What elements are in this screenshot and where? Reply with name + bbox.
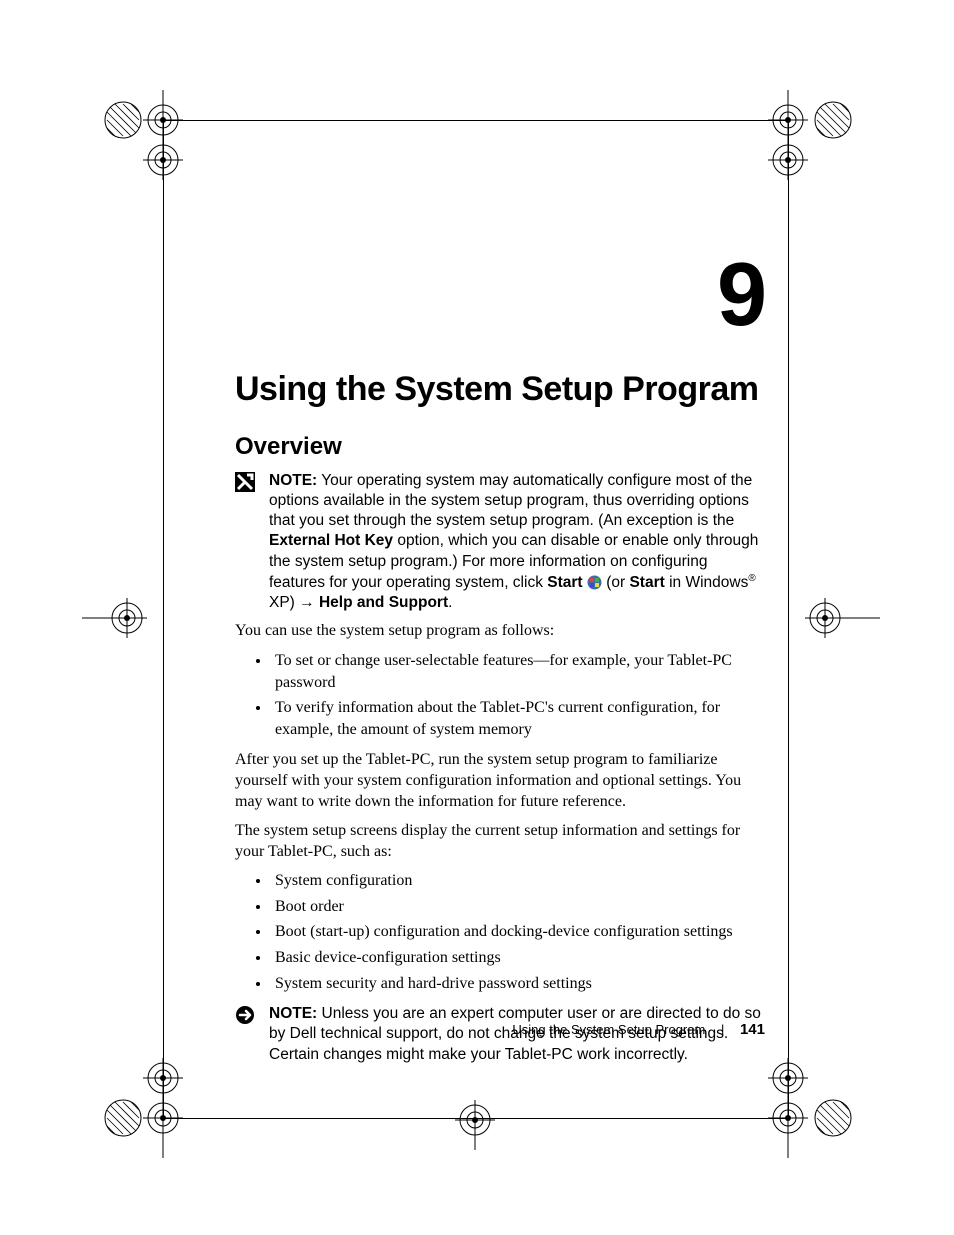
registration-mark-icon xyxy=(790,588,880,648)
note-text: NOTE: Your operating system may automati… xyxy=(269,471,765,613)
section-title: Overview xyxy=(235,433,765,461)
crop-line xyxy=(788,120,789,1118)
bullet-list: To set or change user-selectable feature… xyxy=(253,650,765,740)
list-item: To verify information about the Tablet-P… xyxy=(271,697,765,740)
note-label: NOTE: xyxy=(269,472,317,489)
bullet-list: System configuration Boot order Boot (st… xyxy=(253,870,765,994)
chapter-number: 9 xyxy=(235,250,765,340)
footer-separator: | xyxy=(721,1022,724,1037)
list-item: Boot (start-up) configuration and dockin… xyxy=(271,921,765,943)
list-item: System configuration xyxy=(271,870,765,892)
body-paragraph: The system setup screens display the cur… xyxy=(235,821,765,863)
registration-mark-icon xyxy=(445,1090,505,1150)
note-icon xyxy=(235,472,259,492)
list-item: Boot order xyxy=(271,896,765,918)
list-item: Basic device-configuration settings xyxy=(271,947,765,969)
note-block: NOTE: Your operating system may automati… xyxy=(235,471,765,613)
page-footer: Using the System Setup Program | 141 xyxy=(235,1021,765,1038)
windows-logo-icon xyxy=(587,575,602,590)
registration-mark-icon xyxy=(758,1058,858,1158)
registration-mark-icon xyxy=(758,90,858,180)
registration-mark-icon xyxy=(98,1058,188,1158)
content-area: 9 Using the System Setup Program Overvie… xyxy=(235,250,765,1073)
footer-section: Using the System Setup Program xyxy=(512,1022,705,1037)
body-paragraph: After you set up the Tablet-PC, run the … xyxy=(235,750,765,812)
crop-line xyxy=(163,120,788,121)
registration-mark-icon xyxy=(82,588,172,648)
note-label: NOTE: xyxy=(269,1005,317,1022)
registration-mark-icon xyxy=(98,90,188,180)
list-item: System security and hard-drive password … xyxy=(271,973,765,995)
list-item: To set or change user-selectable feature… xyxy=(271,650,765,693)
crop-line xyxy=(163,1118,788,1119)
crop-line xyxy=(163,120,164,1118)
chapter-title: Using the System Setup Program xyxy=(235,370,765,409)
body-paragraph: You can use the system setup program as … xyxy=(235,621,765,642)
page-number: 141 xyxy=(740,1021,765,1038)
page: 9 Using the System Setup Program Overvie… xyxy=(0,0,954,1235)
